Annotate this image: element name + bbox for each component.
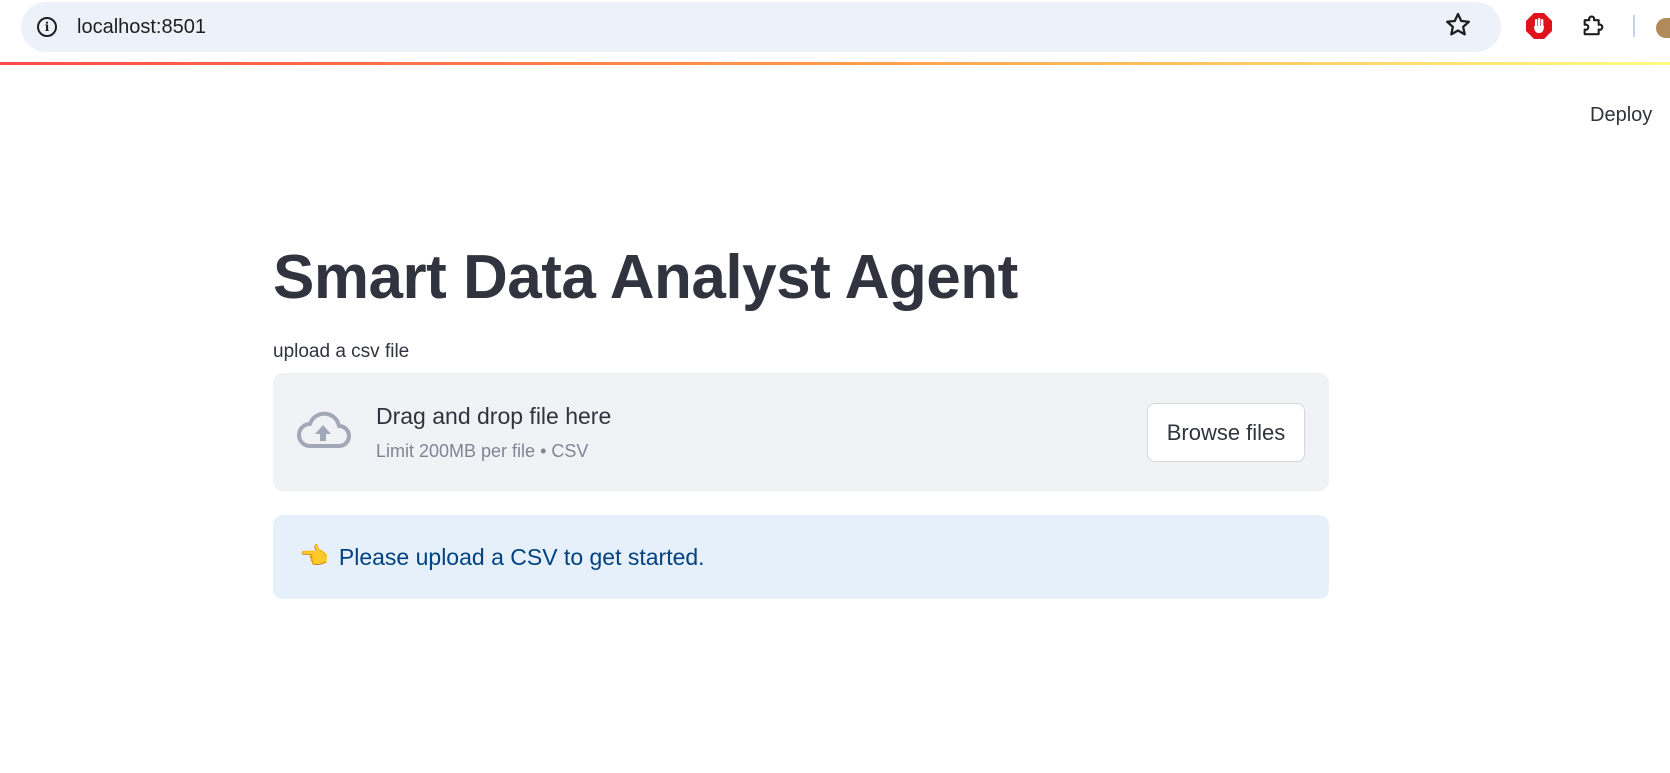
site-info-button[interactable]: i: [35, 15, 59, 39]
info-icon: i: [37, 17, 57, 37]
file-dropzone[interactable]: Drag and drop file here Limit 200MB per …: [273, 373, 1329, 491]
puzzle-icon[interactable]: [1580, 12, 1608, 40]
deploy-button[interactable]: Deploy: [1590, 104, 1652, 127]
info-message: Please upload a CSV to get started.: [338, 544, 705, 570]
url-text[interactable]: localhost:8501: [77, 15, 206, 39]
address-bar[interactable]: i localhost:8501: [21, 2, 1501, 52]
profile-avatar[interactable]: [1656, 18, 1670, 38]
dropzone-instructions: Drag and drop file here Limit 200MB per …: [376, 401, 611, 463]
info-icon-glyph: i: [44, 20, 50, 34]
dropzone-limit-text: Limit 200MB per file • CSV: [376, 441, 589, 461]
browser-toolbar: i localhost:8501: [0, 0, 1670, 60]
dropzone-title: Drag and drop file here: [376, 403, 612, 429]
info-alert: 👈 Please upload a CSV to get started.: [273, 515, 1329, 599]
stop-hand-icon[interactable]: [1525, 12, 1553, 40]
header-decoration-bar: [0, 62, 1670, 65]
file-uploader-label: upload a csv file: [273, 341, 410, 362]
pointing-hand-icon: 👈: [299, 543, 329, 570]
toolbar-divider: [1633, 15, 1635, 37]
cloud-upload-icon: [297, 411, 351, 448]
star-icon[interactable]: [1443, 10, 1473, 40]
main-container: Smart Data Analyst Agent upload a csv fi…: [273, 236, 1329, 599]
page-title: Smart Data Analyst Agent: [273, 243, 1018, 312]
browse-files-button[interactable]: Browse files: [1147, 403, 1305, 462]
